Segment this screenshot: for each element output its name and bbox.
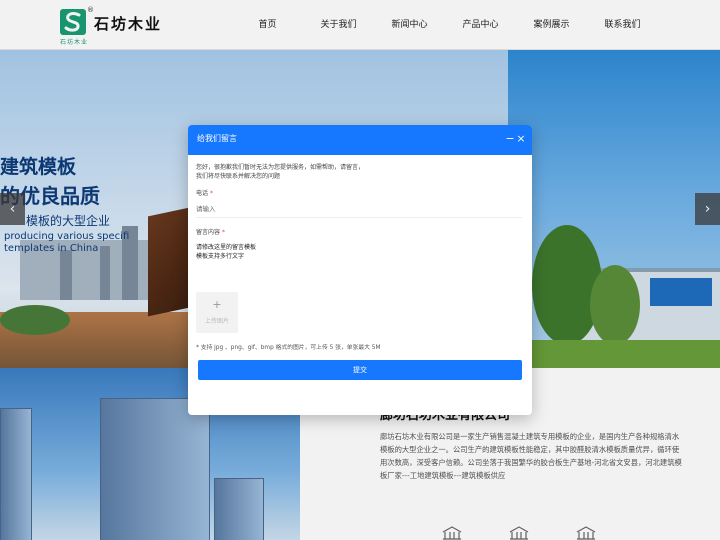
upload-image-button[interactable]: + 上传图片	[196, 292, 238, 333]
greeting-line1: 您好，很抱歉我们暂时无法为您提供服务，如需帮助，请留言，	[196, 164, 365, 171]
dialog-title: 给我们留言	[197, 134, 237, 143]
submit-button[interactable]: 提交	[198, 360, 522, 380]
message-label: 留言内容 *	[196, 227, 225, 236]
plus-icon: +	[212, 298, 222, 311]
message-required-mark: *	[221, 229, 225, 236]
phone-input[interactable]	[196, 201, 522, 218]
upload-image-label: 上传图片	[204, 318, 229, 325]
phone-label: 电话 *	[196, 188, 213, 197]
dialog-header: 给我们留言 − ×	[188, 125, 532, 155]
close-icon[interactable]: ×	[514, 129, 528, 149]
dialog-greeting: 您好，很抱歉我们暂时无法为您提供服务，如需帮助，请留言， 我们将尽快联系并解决您…	[196, 163, 520, 181]
phone-label-text: 电话	[196, 190, 209, 197]
message-textarea[interactable]	[196, 243, 522, 287]
greeting-line2: 我们将尽快联系并解决您的问题	[196, 173, 281, 180]
phone-required-mark: *	[209, 190, 213, 197]
upload-hint: * 支持 jpg 、png、gif、bmp 格式的图片，可上传 5 张，单张最大…	[196, 345, 381, 351]
message-dialog: 给我们留言 − × 您好，很抱歉我们暂时无法为您提供服务，如需帮助，请留言， 我…	[188, 125, 532, 415]
message-label-text: 留言内容	[196, 229, 221, 236]
